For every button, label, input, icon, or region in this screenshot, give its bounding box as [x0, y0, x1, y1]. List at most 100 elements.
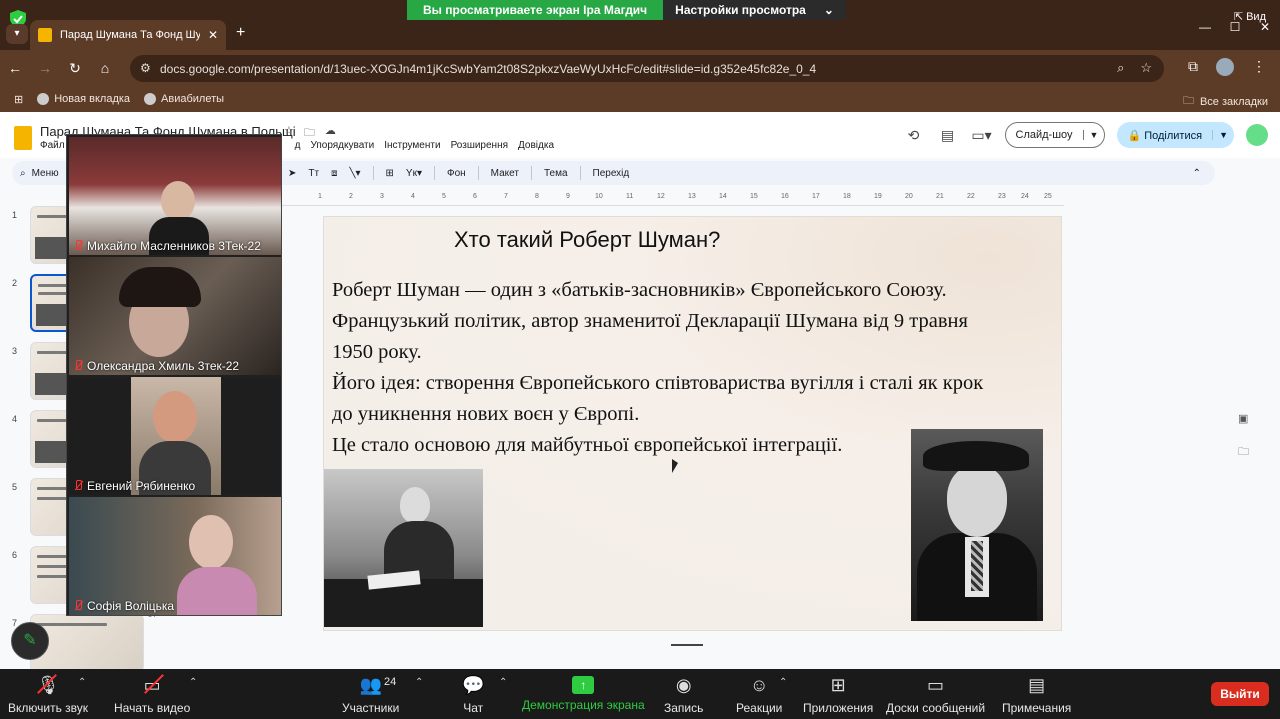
chevron-down-icon[interactable]: ▼: [1212, 130, 1234, 140]
menu-arrange[interactable]: Упорядкувати: [310, 140, 374, 151]
menu-help[interactable]: Довідка: [518, 140, 554, 151]
new-tab-button[interactable]: +: [236, 24, 245, 42]
record-button[interactable]: ◉ Запись: [664, 673, 703, 715]
slide-number: 5: [12, 482, 18, 492]
toolbar-background[interactable]: Фон: [447, 168, 466, 179]
participant-tile[interactable]: Михайло Масленников 3Тек-22: [69, 137, 281, 255]
zoom-icon[interactable]: ⌕: [1117, 60, 1124, 76]
reload-icon[interactable]: ↻: [60, 60, 90, 77]
forward-icon[interactable]: →: [30, 60, 60, 76]
chat-button[interactable]: 💬 Чат: [462, 673, 484, 715]
slideshow-label: Слайд-шоу: [1015, 129, 1073, 141]
close-tab-icon[interactable]: ✕: [208, 28, 218, 42]
schuman-portrait-photo[interactable]: [911, 429, 1043, 621]
history-icon[interactable]: ⟲: [903, 127, 925, 144]
video-options-caret[interactable]: ⌃: [189, 677, 197, 688]
menu-partial[interactable]: д: [295, 140, 301, 151]
comments-icon[interactable]: ▤: [937, 127, 959, 144]
speaker-notes-icon[interactable]: ▣: [1238, 412, 1249, 425]
toolbar-tools: ➤ Tт ⧈ ╲▾ ⊞ Yк▾ Фон Макет Тема Перехід: [288, 166, 629, 180]
slides-logo[interactable]: [14, 126, 32, 150]
audio-options-caret[interactable]: ⌃: [78, 677, 86, 688]
home-icon[interactable]: ⌂: [90, 60, 120, 76]
close-window-icon[interactable]: ✕: [1250, 20, 1280, 34]
slide-canvas[interactable]: Хто такий Роберт Шуман? Роберт Шуман — о…: [323, 216, 1062, 631]
back-icon[interactable]: ←: [0, 60, 30, 76]
star-icon[interactable]: ☆: [1140, 60, 1152, 76]
share-screen-button[interactable]: ↑ Демонстрация экрана: [522, 673, 645, 712]
start-video-button[interactable]: ▭ Начать видео: [114, 673, 190, 715]
meet-icon[interactable]: ▭▾: [971, 127, 993, 144]
apps-grid-icon[interactable]: ⊞: [14, 93, 23, 106]
reactions-label: Реакции: [736, 701, 783, 715]
user-avatar[interactable]: [1246, 124, 1268, 146]
notes-button[interactable]: ▤ Примечания: [1002, 673, 1071, 715]
tab-search-button[interactable]: ▾: [6, 24, 28, 44]
schuman-desk-photo[interactable]: [324, 469, 483, 627]
annotate-pen-button[interactable]: ✎: [11, 622, 49, 660]
globe-icon: [37, 93, 50, 105]
leave-meeting-button[interactable]: Выйти: [1211, 682, 1269, 706]
profile-avatar[interactable]: [1216, 58, 1234, 76]
all-bookmarks[interactable]: 🗀 Все закладки: [1183, 92, 1268, 111]
comment-add-icon[interactable]: ⊞: [386, 168, 394, 179]
zoom-screen-share-view: ▾ Вы просматриваете экран Іра Магдич Нас…: [0, 0, 1280, 719]
maximize-icon[interactable]: ☐: [1220, 20, 1250, 34]
apps-button[interactable]: ⊞ Приложения: [803, 673, 873, 715]
more-menu-icon[interactable]: ⋮: [1252, 58, 1266, 76]
chevron-down-icon[interactable]: ▼: [1082, 130, 1105, 140]
select-tool-icon[interactable]: ➤: [288, 168, 296, 179]
extensions-icon[interactable]: ⧉: [1188, 58, 1198, 76]
minimize-icon[interactable]: —: [1190, 20, 1220, 34]
emoji-icon: ☺: [749, 675, 769, 695]
text-box-icon[interactable]: Tт: [308, 168, 319, 179]
reactions-options-caret[interactable]: ⌃: [779, 677, 787, 688]
toolbar-layout[interactable]: Макет: [491, 168, 519, 179]
view-settings-menu[interactable]: Настройки просмотра ⌄: [663, 0, 846, 20]
notes-resize-handle[interactable]: [671, 644, 703, 646]
bookmark-new-tab[interactable]: Новая вкладка: [37, 93, 130, 105]
participant-tile[interactable]: Евгений Рябиненко: [69, 377, 281, 495]
input-tools-icon[interactable]: Yк▾: [406, 168, 422, 179]
sharing-banner-text: Вы просматриваете экран Іра Магдич: [407, 0, 664, 20]
address-bar[interactable]: ⚙ docs.google.com/presentation/d/13uec-X…: [130, 55, 1164, 82]
reactions-button[interactable]: ☺ Реакции: [736, 673, 782, 715]
divider: [530, 166, 532, 180]
toolbar-theme[interactable]: Тема: [544, 168, 568, 179]
browser-tab-active[interactable]: Парад Шумана Та Фонд Шумана в Польщі ✕: [30, 20, 226, 50]
slide-title[interactable]: Хто такий Роберт Шуман?: [454, 227, 720, 253]
participant-name: Софія Воліцька: [73, 599, 174, 613]
menu-extensions[interactable]: Розширення: [451, 140, 508, 151]
share-button[interactable]: 🔒 Поділитися ▼: [1117, 122, 1234, 148]
menu-search[interactable]: ⌕ Меню: [12, 168, 59, 179]
unmute-button[interactable]: 🎙 Включить звук: [8, 673, 88, 715]
meeting-controls-bar: 🎙 Включить звук ⌃ ▭ Начать видео ⌃ 👥 Уча…: [0, 669, 1280, 719]
window-controls: — ☐ ✕: [1190, 20, 1280, 34]
participant-tile[interactable]: Олександра Хмиль 3тек-22: [69, 257, 281, 375]
whiteboards-button[interactable]: ▭ Доски сообщений: [886, 673, 985, 715]
slide-number: 6: [12, 550, 18, 560]
site-info-icon[interactable]: ⚙: [140, 61, 151, 75]
folder-icon[interactable]: 🗀: [1238, 443, 1249, 462]
image-icon[interactable]: ⧈: [331, 168, 337, 179]
browser-actions: ⧉ ⋮: [1188, 58, 1266, 76]
slide-text-line: Французький політик, автор знаменитої Де…: [332, 310, 968, 332]
divider: [372, 166, 374, 180]
participant-tile[interactable]: Софія Воліцька: [69, 497, 281, 615]
share-label-text: Поділитися: [1144, 129, 1203, 142]
participants-options-caret[interactable]: ⌃: [415, 677, 423, 688]
menu-tools[interactable]: Інструменти: [384, 140, 440, 151]
chat-options-caret[interactable]: ⌃: [499, 677, 507, 688]
slide-number: 3: [12, 346, 18, 356]
participant-name-text: Евгений Рябиненко: [87, 479, 196, 493]
bookmark-flights[interactable]: Авиабилеты: [144, 93, 224, 105]
line-tool-icon[interactable]: ╲▾: [349, 168, 360, 179]
chevron-down-icon: ⌄: [823, 3, 834, 17]
whiteboards-label: Доски сообщений: [886, 701, 986, 715]
collapse-toolbar-icon[interactable]: ⌃: [1193, 168, 1201, 179]
menu-file[interactable]: Файл: [40, 140, 65, 151]
participant-count: 24: [384, 676, 397, 688]
tab-title: Парад Шумана Та Фонд Шумана в Польщі: [60, 29, 200, 41]
slideshow-button[interactable]: Слайд-шоу ▼: [1004, 122, 1106, 148]
toolbar-transition[interactable]: Перехід: [593, 168, 630, 179]
